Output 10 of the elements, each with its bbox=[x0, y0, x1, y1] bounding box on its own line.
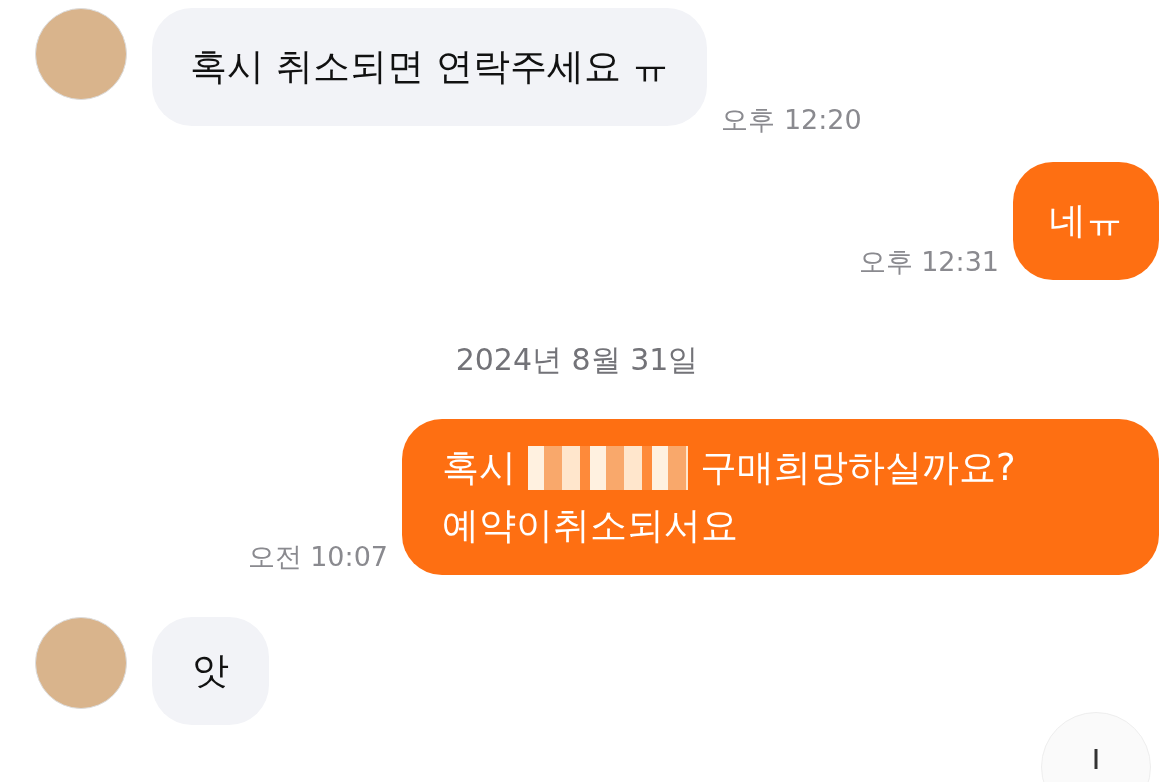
message-text: 앗 bbox=[192, 648, 229, 694]
message-text: 네ㅠ bbox=[1049, 198, 1123, 244]
message-time: 오후 12:20 bbox=[721, 103, 862, 137]
message-text: 혹시 bbox=[442, 445, 516, 491]
message-time: 오전 10:07 bbox=[247, 540, 388, 574]
message-text: 구매희망하실까요? bbox=[700, 445, 1016, 491]
message-text: 예약이취소되서요 bbox=[442, 503, 738, 549]
message-text: 혹시 취소되면 연락주세요 ㅠ bbox=[190, 44, 670, 90]
message-time: 오후 12:31 bbox=[858, 245, 999, 279]
date-divider: 2024년 8월 31일 bbox=[455, 341, 699, 379]
